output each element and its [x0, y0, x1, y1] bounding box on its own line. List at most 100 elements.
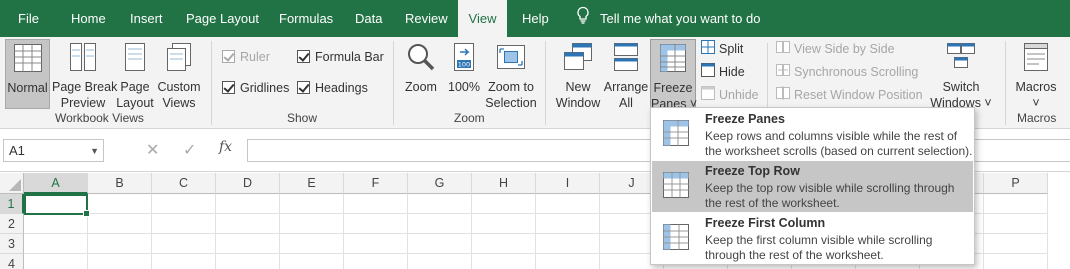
tell-me-search[interactable]: Tell me what you want to do: [576, 0, 760, 37]
grid-cell[interactable]: [408, 214, 472, 234]
column-header[interactable]: A: [24, 173, 88, 194]
cancel-icon[interactable]: ✕: [146, 140, 159, 160]
gridlines-check-icon: [222, 81, 235, 94]
insert-function-icon[interactable]: fx: [219, 139, 232, 155]
row-header[interactable]: 2: [0, 214, 24, 234]
column-header[interactable]: I: [536, 173, 600, 194]
grid-cell[interactable]: [472, 234, 536, 254]
grid-cell[interactable]: [88, 234, 152, 254]
split-button[interactable]: Split: [701, 39, 743, 59]
tab-review[interactable]: Review: [405, 0, 448, 37]
switch-windows-button[interactable]: Switch Windows ˅: [930, 39, 992, 110]
zoom-to-selection-button[interactable]: Zoom to Selection: [485, 39, 537, 110]
grid-cell[interactable]: [88, 214, 152, 234]
grid-cell[interactable]: [536, 254, 600, 269]
column-header[interactable]: G: [408, 173, 472, 194]
grid-cell[interactable]: [344, 214, 408, 234]
name-box[interactable]: A1 ▼: [3, 139, 104, 162]
formula-bar-checkbox[interactable]: Formula Bar: [297, 48, 384, 66]
tab-file[interactable]: File: [18, 0, 39, 37]
menu-item-freeze-first-column[interactable]: Freeze First Column Keep the first colum…: [652, 213, 973, 264]
ruler-checkbox[interactable]: Ruler: [222, 48, 270, 66]
page-layout-view-button[interactable]: Page Layout: [115, 39, 155, 110]
freeze-panes-button[interactable]: Freeze Panes ˅: [650, 39, 697, 111]
tab-help[interactable]: Help: [522, 0, 549, 37]
chevron-down-icon[interactable]: ▼: [90, 141, 99, 162]
grid-cell[interactable]: [472, 214, 536, 234]
zoom-button[interactable]: Zoom: [402, 39, 440, 109]
tab-data[interactable]: Data: [355, 0, 382, 37]
menu-item-freeze-panes[interactable]: Freeze Panes Keep rows and columns visib…: [652, 109, 973, 160]
hide-button[interactable]: Hide: [701, 62, 745, 82]
grid-cell[interactable]: [344, 254, 408, 269]
unhide-button[interactable]: Unhide: [701, 85, 759, 105]
grid-cell[interactable]: [984, 254, 1048, 269]
grid-cell[interactable]: [984, 234, 1048, 254]
grid-cell[interactable]: [216, 254, 280, 269]
grid-cell[interactable]: [344, 194, 408, 214]
arrange-all-button[interactable]: Arrange All: [603, 39, 649, 110]
row-header[interactable]: 1: [0, 194, 24, 214]
grid-cell[interactable]: [88, 194, 152, 214]
select-all-corner[interactable]: [0, 173, 24, 194]
grid-cell[interactable]: [984, 194, 1048, 214]
column-header[interactable]: B: [88, 173, 152, 194]
synchronous-scrolling-button[interactable]: Synchronous Scrolling: [776, 62, 918, 82]
grid-cell[interactable]: [24, 254, 88, 269]
grid-cell[interactable]: [536, 194, 600, 214]
tab-page-layout[interactable]: Page Layout: [186, 0, 259, 37]
grid-cell[interactable]: [216, 194, 280, 214]
grid-cell[interactable]: [216, 214, 280, 234]
zoom-selection-label-1: Zoom to: [488, 80, 534, 94]
reset-window-position-button[interactable]: Reset Window Position: [776, 85, 923, 105]
column-header[interactable]: H: [472, 173, 536, 194]
grid-cell[interactable]: [24, 214, 88, 234]
column-header[interactable]: F: [344, 173, 408, 194]
headings-checkbox[interactable]: Headings: [297, 79, 368, 97]
grid-cell[interactable]: [280, 214, 344, 234]
gridlines-checkbox[interactable]: Gridlines: [222, 79, 289, 97]
grid-cell[interactable]: [280, 234, 344, 254]
page-break-preview-button[interactable]: Page Break Preview: [52, 39, 117, 110]
active-cell[interactable]: [24, 194, 90, 217]
grid-cell[interactable]: [88, 254, 152, 269]
grid-cell[interactable]: [216, 234, 280, 254]
enter-icon[interactable]: ✓: [183, 140, 196, 160]
grid-cell[interactable]: [472, 254, 536, 269]
grid-cell[interactable]: [536, 214, 600, 234]
new-window-button[interactable]: New Window: [555, 39, 601, 110]
grid-cell[interactable]: [984, 214, 1048, 234]
grid-cell[interactable]: [152, 214, 216, 234]
page-layout-label-2: Layout: [116, 96, 154, 110]
macros-button[interactable]: Macros ˅: [1012, 39, 1060, 110]
grid-cell[interactable]: [408, 254, 472, 269]
row-header[interactable]: 3: [0, 234, 24, 254]
grid-cell[interactable]: [280, 194, 344, 214]
row-header[interactable]: 4: [0, 254, 24, 269]
grid-cell[interactable]: [536, 234, 600, 254]
tab-view[interactable]: View: [458, 0, 507, 37]
grid-cell[interactable]: [152, 254, 216, 269]
view-side-by-side-button[interactable]: View Side by Side: [776, 39, 895, 59]
column-header[interactable]: C: [152, 173, 216, 194]
grid-cell[interactable]: [472, 194, 536, 214]
tab-insert[interactable]: Insert: [130, 0, 163, 37]
freeze-panes-label-1: Freeze: [653, 81, 693, 95]
grid-cell[interactable]: [152, 194, 216, 214]
custom-views-button[interactable]: Custom Views: [156, 39, 202, 110]
column-header[interactable]: P: [984, 173, 1048, 194]
grid-cell[interactable]: [408, 234, 472, 254]
grid-cell[interactable]: [152, 234, 216, 254]
grid-cell[interactable]: [408, 194, 472, 214]
column-header[interactable]: D: [216, 173, 280, 194]
zoom-100-button[interactable]: 100 100%: [445, 39, 483, 109]
tab-home[interactable]: Home: [71, 0, 106, 37]
menu-item-freeze-top-row[interactable]: Freeze Top Row Keep the top row visible …: [652, 161, 973, 212]
column-header[interactable]: E: [280, 173, 344, 194]
grid-cell[interactable]: [24, 234, 88, 254]
freeze-panes-menu: Freeze Panes Keep rows and columns visib…: [650, 107, 975, 265]
grid-cell[interactable]: [344, 234, 408, 254]
tab-formulas[interactable]: Formulas: [279, 0, 333, 37]
grid-cell[interactable]: [280, 254, 344, 269]
normal-view-button[interactable]: Normal: [5, 39, 50, 109]
